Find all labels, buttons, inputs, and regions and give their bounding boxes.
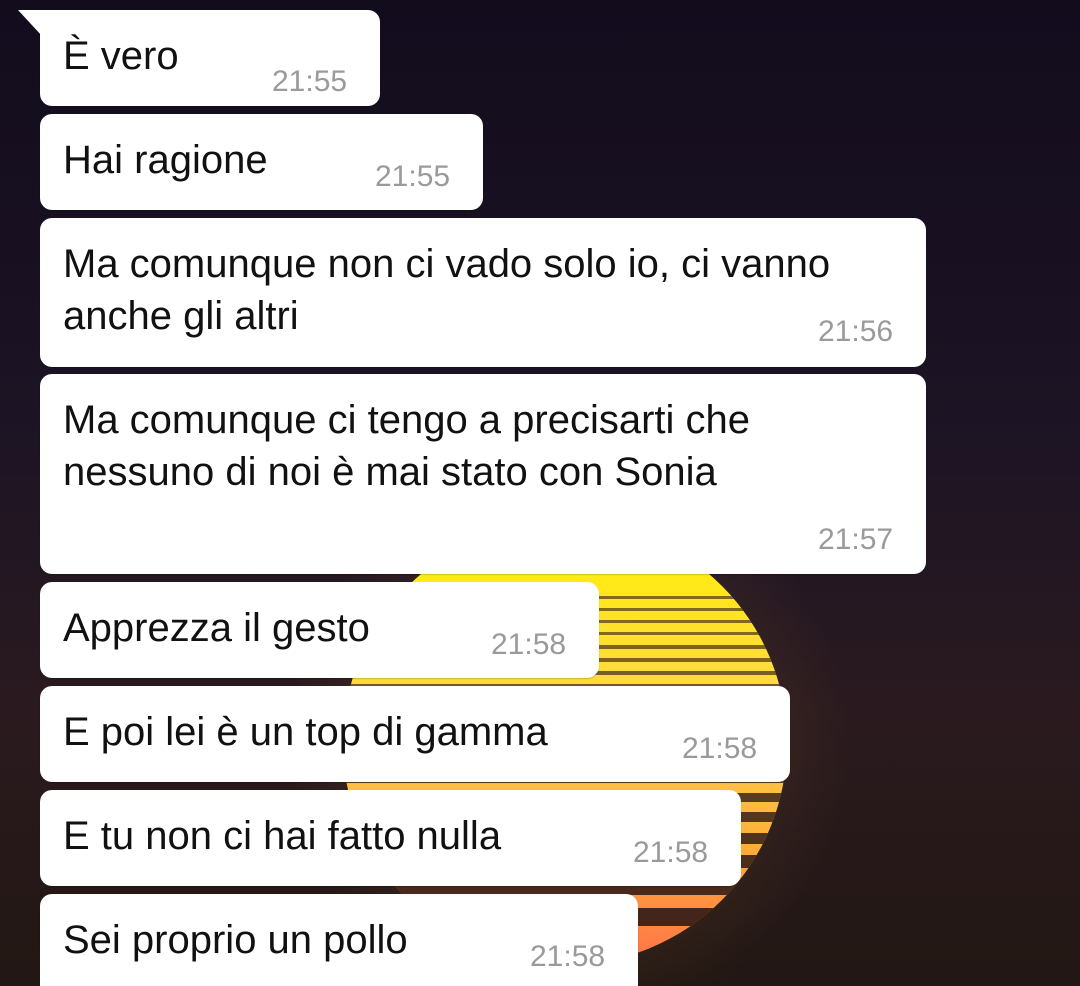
message-timestamp: 21:58	[633, 836, 709, 869]
message-text: Apprezza il gesto	[63, 606, 370, 650]
message-timestamp: 21:57	[818, 523, 894, 556]
message-timestamp: 21:58	[530, 940, 606, 973]
message-text: Sei proprio un pollo	[63, 918, 408, 962]
message-bubble[interactable]: Sei proprio un pollo 21:58	[40, 894, 638, 986]
message-bubble[interactable]: E tu non ci hai fatto nulla 21:58	[40, 790, 741, 886]
message-text-line: nessuno di noi è mai stato con Sonia	[63, 450, 717, 494]
message-text: E poi lei è un top di gamma	[63, 710, 548, 754]
message-tail	[18, 10, 42, 36]
message-timestamp: 21:55	[272, 65, 348, 98]
message-text: È vero	[63, 34, 179, 78]
message-bubble[interactable]: È vero 21:55	[18, 10, 380, 106]
message-text: Hai ragione	[63, 138, 268, 182]
message-text-line: Ma comunque non ci vado solo io, ci vann…	[63, 242, 831, 286]
chat-message-list: È vero 21:55 Hai ragione 21:55 Ma comunq…	[0, 0, 1080, 986]
message-timestamp: 21:55	[375, 160, 451, 193]
message-bubble[interactable]: Ma comunque non ci vado solo io, ci vann…	[40, 218, 926, 367]
message-timestamp: 21:56	[818, 315, 894, 348]
message-bubble[interactable]: E poi lei è un top di gamma 21:58	[40, 686, 790, 782]
message-bubble[interactable]: Hai ragione 21:55	[40, 114, 483, 210]
message-text-line: Ma comunque ci tengo a precisarti che	[63, 398, 751, 442]
message-bubble[interactable]: Ma comunque ci tengo a precisarti che ne…	[40, 374, 926, 574]
message-text: E tu non ci hai fatto nulla	[63, 814, 502, 858]
message-timestamp: 21:58	[682, 732, 758, 765]
message-bubble[interactable]: Apprezza il gesto 21:58	[40, 582, 599, 678]
message-timestamp: 21:58	[491, 628, 567, 661]
message-text-line: anche gli altri	[63, 294, 299, 338]
